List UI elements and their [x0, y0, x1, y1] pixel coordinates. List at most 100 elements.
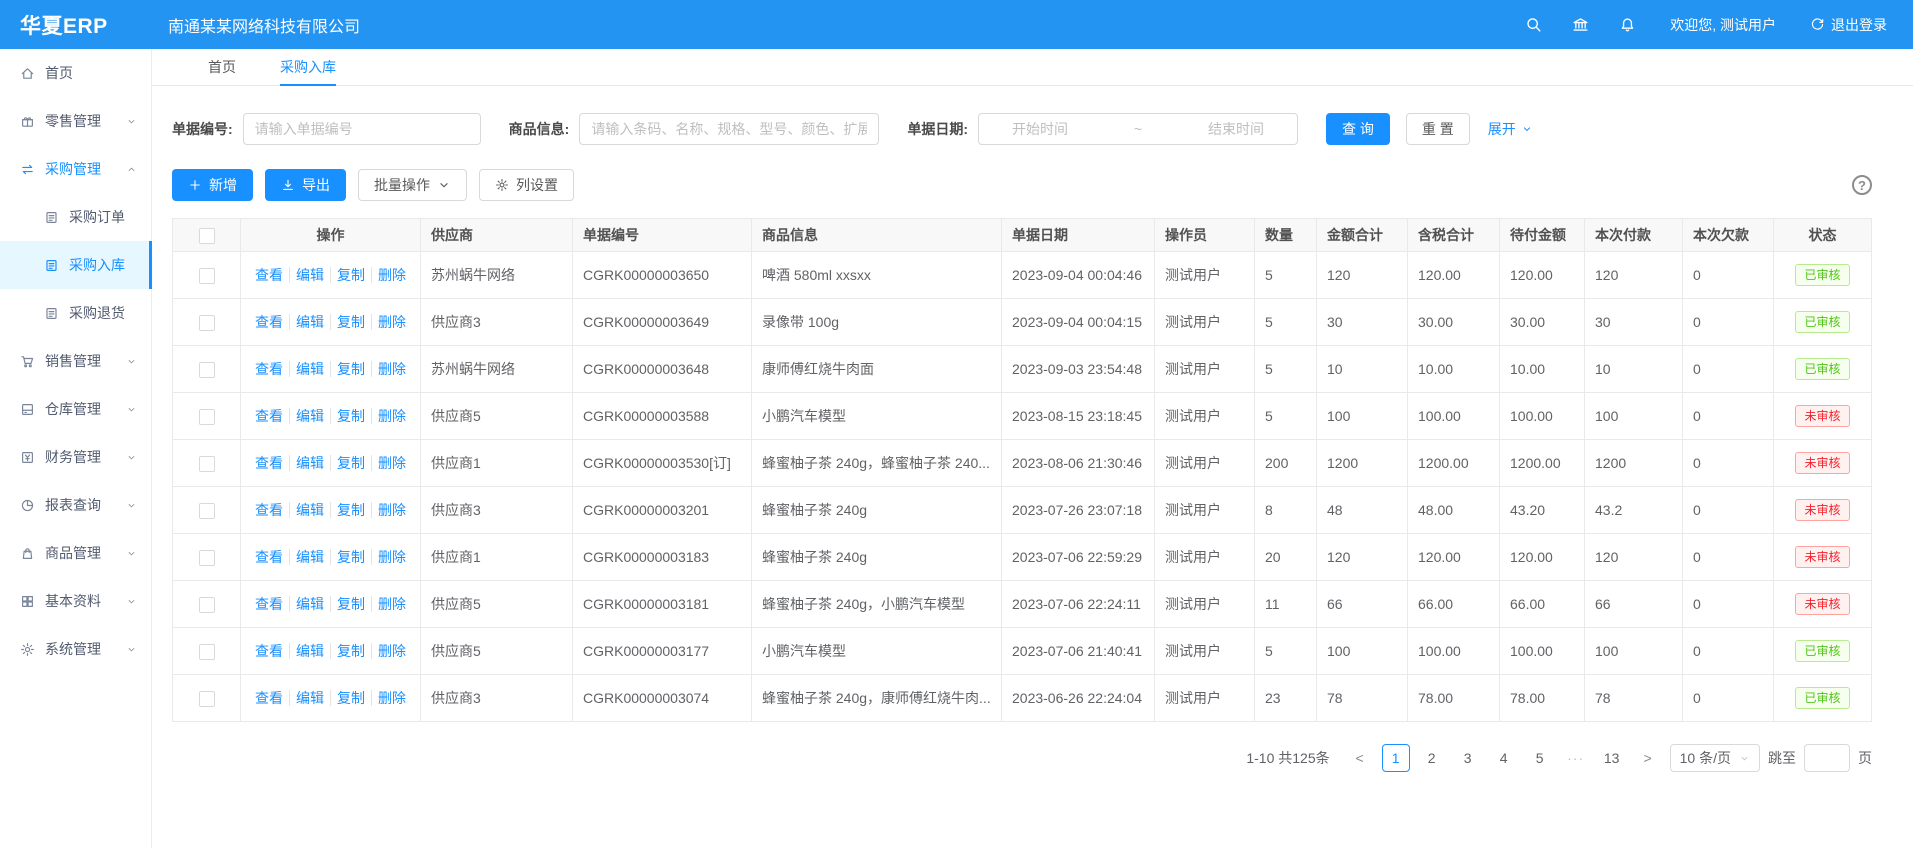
row-checkbox[interactable]: [199, 409, 215, 425]
select-all-checkbox[interactable]: [199, 228, 215, 244]
copy-link[interactable]: 复制: [330, 549, 371, 565]
delete-link[interactable]: 删除: [371, 361, 412, 377]
view-link[interactable]: 查看: [249, 549, 289, 565]
jump-page-input[interactable]: [1804, 744, 1850, 772]
view-link[interactable]: 查看: [249, 643, 289, 659]
page-button-3[interactable]: 3: [1454, 744, 1482, 772]
sidebar-item-system[interactable]: 系统管理: [0, 625, 151, 673]
copy-link[interactable]: 复制: [330, 596, 371, 612]
row-checkbox[interactable]: [199, 268, 215, 284]
edit-link[interactable]: 编辑: [289, 408, 330, 424]
delete-link[interactable]: 删除: [371, 502, 412, 518]
search-button[interactable]: 查 询: [1326, 113, 1390, 145]
row-actions: 查看编辑复制删除: [241, 534, 421, 581]
tab-home[interactable]: 首页: [208, 49, 236, 85]
column-settings-button[interactable]: 列设置: [479, 169, 574, 201]
view-link[interactable]: 查看: [249, 267, 289, 283]
bank-icon[interactable]: [1572, 16, 1589, 33]
delete-link[interactable]: 删除: [371, 455, 412, 471]
view-link[interactable]: 查看: [249, 455, 289, 471]
row-checkbox[interactable]: [199, 644, 215, 660]
view-link[interactable]: 查看: [249, 408, 289, 424]
sidebar-item-purchase-inbound[interactable]: 采购入库: [0, 241, 151, 289]
copy-link[interactable]: 复制: [330, 267, 371, 283]
edit-link[interactable]: 编辑: [289, 596, 330, 612]
view-link[interactable]: 查看: [249, 361, 289, 377]
column-header-operator: 操作员: [1155, 219, 1255, 252]
copy-link[interactable]: 复制: [330, 455, 371, 471]
sidebar-item-warehouse[interactable]: 仓库管理: [0, 385, 151, 433]
page-size-select[interactable]: 10 条/页: [1670, 744, 1760, 772]
edit-link[interactable]: 编辑: [289, 455, 330, 471]
copy-link[interactable]: 复制: [330, 361, 371, 377]
sidebar-item-purchase-order[interactable]: 采购订单: [0, 193, 151, 241]
sidebar-item-home[interactable]: 首页: [0, 49, 151, 97]
cell-supplier: 供应商5: [421, 393, 573, 440]
add-button[interactable]: 新增: [172, 169, 253, 201]
sidebar-item-purchase-return[interactable]: 采购退货: [0, 289, 151, 337]
delete-link[interactable]: 删除: [371, 690, 412, 706]
cell-supplier: 供应商3: [421, 675, 573, 722]
reset-button[interactable]: 重 置: [1406, 113, 1470, 145]
bill-no-input[interactable]: [243, 113, 481, 145]
edit-link[interactable]: 编辑: [289, 549, 330, 565]
sidebar-item-basic[interactable]: 基本资料: [0, 577, 151, 625]
row-checkbox[interactable]: [199, 503, 215, 519]
view-link[interactable]: 查看: [249, 502, 289, 518]
copy-link[interactable]: 复制: [330, 643, 371, 659]
search-icon[interactable]: [1525, 16, 1542, 33]
row-checkbox[interactable]: [199, 456, 215, 472]
delete-link[interactable]: 删除: [371, 549, 412, 565]
cell-due: 78.00: [1500, 675, 1585, 722]
row-checkbox[interactable]: [199, 597, 215, 613]
product-info-input[interactable]: [579, 113, 879, 145]
batch-actions-button[interactable]: 批量操作: [358, 169, 467, 201]
report-icon: [20, 498, 35, 513]
view-link[interactable]: 查看: [249, 314, 289, 330]
edit-link[interactable]: 编辑: [289, 267, 330, 283]
copy-link[interactable]: 复制: [330, 314, 371, 330]
sidebar-item-finance[interactable]: 财务管理: [0, 433, 151, 481]
row-checkbox[interactable]: [199, 550, 215, 566]
export-button[interactable]: 导出: [265, 169, 346, 201]
page-button-13[interactable]: 13: [1598, 744, 1626, 772]
help-icon[interactable]: ?: [1852, 175, 1872, 195]
row-checkbox[interactable]: [199, 315, 215, 331]
copy-link[interactable]: 复制: [330, 502, 371, 518]
expand-link[interactable]: 展开: [1488, 119, 1533, 139]
page-button-2[interactable]: 2: [1418, 744, 1446, 772]
delete-link[interactable]: 删除: [371, 408, 412, 424]
delete-link[interactable]: 删除: [371, 314, 412, 330]
cell-date: 2023-09-04 00:04:15: [1002, 299, 1155, 346]
delete-link[interactable]: 删除: [371, 643, 412, 659]
sidebar-item-purchase[interactable]: 采购管理: [0, 145, 151, 193]
row-checkbox[interactable]: [199, 691, 215, 707]
copy-link[interactable]: 复制: [330, 408, 371, 424]
page-ellipsis[interactable]: ···: [1562, 744, 1590, 772]
edit-link[interactable]: 编辑: [289, 643, 330, 659]
delete-link[interactable]: 删除: [371, 267, 412, 283]
bell-icon[interactable]: [1619, 16, 1636, 33]
date-range-picker[interactable]: 开始时间 ~ 结束时间: [978, 113, 1298, 145]
next-page-button[interactable]: >: [1634, 744, 1662, 772]
sidebar-item-retail[interactable]: 零售管理: [0, 97, 151, 145]
view-link[interactable]: 查看: [249, 690, 289, 706]
page-button-5[interactable]: 5: [1526, 744, 1554, 772]
sidebar-item-product[interactable]: 商品管理: [0, 529, 151, 577]
logout-button[interactable]: 退出登录: [1810, 15, 1887, 35]
edit-link[interactable]: 编辑: [289, 314, 330, 330]
edit-link[interactable]: 编辑: [289, 690, 330, 706]
edit-link[interactable]: 编辑: [289, 361, 330, 377]
copy-link[interactable]: 复制: [330, 690, 371, 706]
delete-link[interactable]: 删除: [371, 596, 412, 612]
view-link[interactable]: 查看: [249, 596, 289, 612]
page-button-1[interactable]: 1: [1382, 744, 1410, 772]
edit-link[interactable]: 编辑: [289, 502, 330, 518]
tab-purchase-inbound[interactable]: 采购入库: [280, 49, 336, 85]
sidebar-item-sales[interactable]: 销售管理: [0, 337, 151, 385]
page-button-4[interactable]: 4: [1490, 744, 1518, 772]
row-checkbox[interactable]: [199, 362, 215, 378]
sidebar-item-report[interactable]: 报表查询: [0, 481, 151, 529]
cell-due: 100.00: [1500, 628, 1585, 675]
prev-page-button[interactable]: <: [1346, 744, 1374, 772]
